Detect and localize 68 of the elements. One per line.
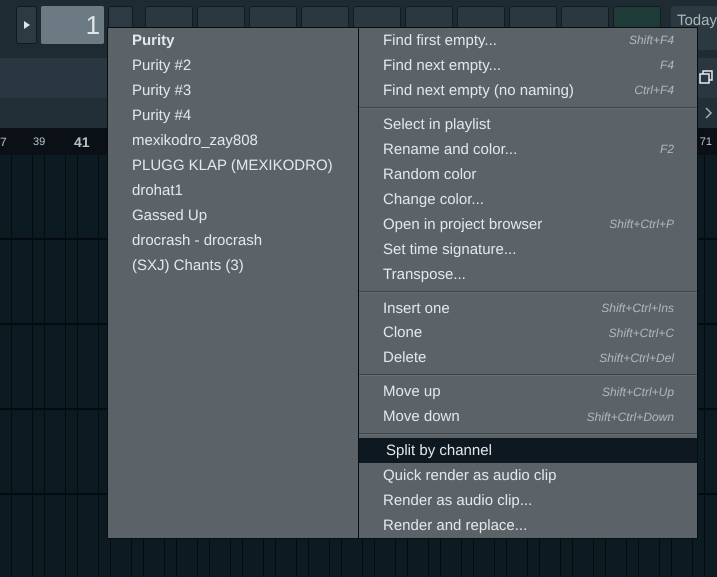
bar-number: 41 <box>74 134 90 150</box>
pattern-menu-item[interactable]: Purity #2 <box>108 53 358 78</box>
menu-item[interactable]: Select in playlist <box>359 112 697 137</box>
shortcut-label: Shift+Ctrl+C <box>608 326 674 340</box>
menu-item-label: Clone <box>383 324 424 342</box>
shortcut-label: Shift+F4 <box>628 33 674 48</box>
menu-item-label: Move up <box>383 383 442 400</box>
bar-number: 39 <box>33 136 46 148</box>
pattern-menu-item[interactable]: mexikodro_zay808 <box>108 128 358 153</box>
shortcut-label: Shift+Ctrl+P <box>609 217 674 232</box>
shortcut-label: F4 <box>660 58 674 72</box>
menu-item[interactable]: Set time signature... <box>359 236 697 262</box>
shortcut-label: Shift+Ctrl+Up <box>602 384 674 399</box>
menu-item-label: Split by channel <box>386 442 493 460</box>
shortcut-label: Shift+Ctrl+Del <box>599 350 674 365</box>
menu-item[interactable]: Open in project browser Shift+Ctrl+P <box>359 212 697 237</box>
menu-item[interactable]: Random color <box>359 162 697 187</box>
menu-item[interactable]: Split by channel <box>359 438 697 464</box>
shortcut-label: Ctrl+F4 <box>634 83 674 98</box>
menu-item[interactable]: Insert one Shift+Ctrl+Ins <box>359 296 697 320</box>
menu-item-label: Delete <box>383 349 428 366</box>
pattern-menu-item[interactable]: drohat1 <box>108 178 358 203</box>
pattern-menu-item[interactable]: PLUGG KLAP (MEXIKODRO) <box>108 153 358 178</box>
restore-icon[interactable] <box>699 70 713 84</box>
menu-item-label: Render as audio clip... <box>383 492 534 510</box>
menu-item-label: Find next empty... <box>383 56 502 74</box>
menu-item[interactable]: Move up Shift+Ctrl+Up <box>359 379 697 404</box>
menu-item-label: Change color... <box>383 190 485 208</box>
menu-item-label: Rename and color... <box>383 140 518 158</box>
today-label: Today <box>676 12 717 29</box>
menu-item[interactable]: Render as audio clip... <box>359 488 697 514</box>
pattern-number-field[interactable]: 1 <box>41 6 104 44</box>
menu-item-label: Transpose... <box>383 266 467 283</box>
play-icon <box>22 20 31 30</box>
shortcut-label: Shift+Ctrl+Down <box>586 410 674 424</box>
menu-item[interactable]: Render and replace... <box>359 513 697 538</box>
menu-item-label: Quick render as audio clip <box>383 467 558 484</box>
pattern-menu-item[interactable]: Gassed Up <box>108 203 358 228</box>
menu-item-label: Random color <box>383 166 478 183</box>
menu-item-label: Render and replace... <box>383 517 528 534</box>
pattern-menu-item[interactable]: Purity #4 <box>108 103 358 128</box>
menu-item[interactable]: Find next empty (no naming) Ctrl+F4 <box>359 78 697 103</box>
menu-item[interactable]: Change color... <box>359 186 697 212</box>
pattern-menu-item[interactable]: Purity #3 <box>108 78 358 103</box>
menu-item-label: Find first empty... <box>383 32 498 49</box>
pattern-menu-item[interactable]: Purity <box>108 28 358 53</box>
shortcut-label: F2 <box>660 142 674 156</box>
menu-item[interactable]: Quick render as audio clip <box>359 463 697 488</box>
menu-item[interactable]: Rename and color... F2 <box>359 136 697 162</box>
pattern-menu-item[interactable]: drocrash - drocrash <box>108 228 358 253</box>
menu-item[interactable]: Find next empty... F4 <box>359 52 697 78</box>
menu-item[interactable]: Delete Shift+Ctrl+Del <box>359 345 697 370</box>
menu-item-label: Insert one <box>383 300 451 316</box>
play-button[interactable] <box>16 6 38 44</box>
menu-item[interactable]: Clone Shift+Ctrl+C <box>359 320 697 346</box>
menu-item[interactable]: Move down Shift+Ctrl+Down <box>359 404 697 430</box>
bar-number: 7 <box>0 135 7 149</box>
menu-item-label: Set time signature... <box>383 240 518 258</box>
menu-item-label: Open in project browser <box>383 216 544 233</box>
menu-item-label: Select in playlist <box>383 116 492 133</box>
bar-number: 71 <box>700 136 712 148</box>
shortcut-label: Shift+Ctrl+Ins <box>601 301 674 315</box>
chevron-icon[interactable] <box>705 107 713 119</box>
menu-item[interactable]: Transpose... <box>359 262 697 287</box>
pattern-menu-item[interactable]: (SXJ) Chants (3) <box>108 253 358 278</box>
menu-item-label: Move down <box>383 408 461 426</box>
menu-item-label: Find next empty (no naming) <box>383 82 575 99</box>
menu-item[interactable]: Find first empty... Shift+F4 <box>359 28 697 53</box>
